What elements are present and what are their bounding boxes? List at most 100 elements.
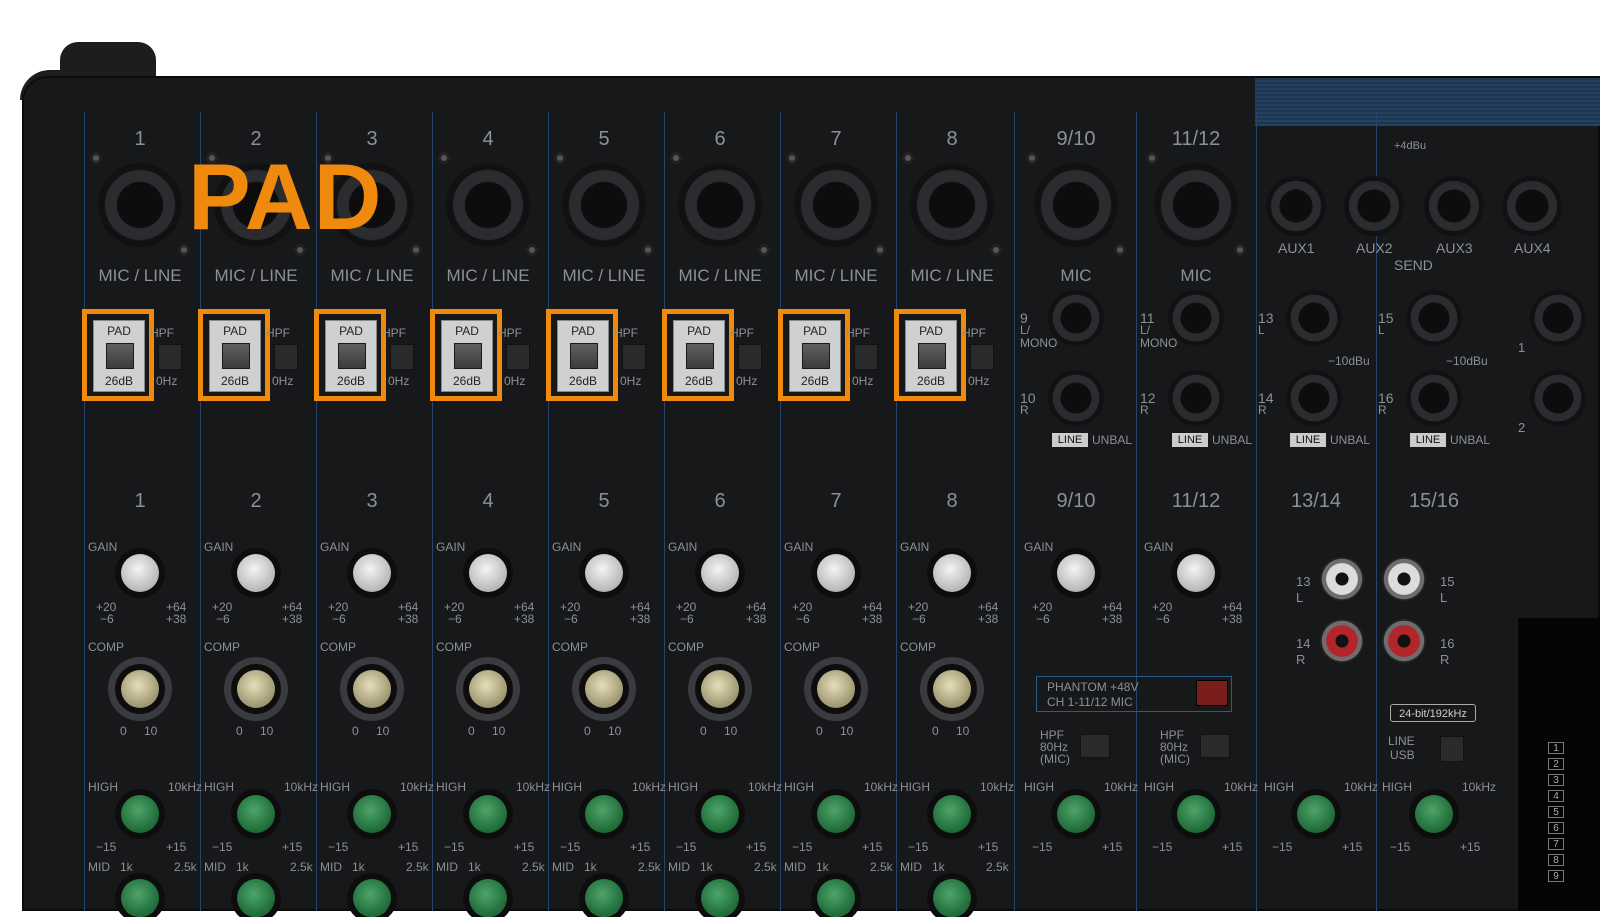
pad-switch[interactable]: PAD 26dB [789, 320, 841, 392]
pad-switch[interactable]: PAD 26dB [905, 320, 957, 392]
pad-button[interactable] [686, 343, 714, 369]
pad-switch-value: 26dB [220, 374, 250, 388]
line-input-jack[interactable] [1406, 290, 1462, 346]
pad-button[interactable] [802, 343, 830, 369]
rca-jack-13[interactable] [1320, 557, 1364, 601]
high-eq-knob[interactable] [1415, 795, 1453, 833]
comp-knob[interactable] [933, 670, 971, 708]
pad-switch[interactable]: PAD 26dB [325, 320, 377, 392]
pad-switch[interactable]: PAD 26dB [93, 320, 145, 392]
xlr-combo-jack[interactable] [1034, 163, 1118, 247]
hpf-button[interactable] [158, 344, 182, 370]
comp-knob[interactable] [701, 670, 739, 708]
usb-badge: 24-bit/192kHz [1390, 704, 1476, 722]
aux-send-jack[interactable] [1266, 176, 1326, 236]
xlr-combo-jack[interactable] [1154, 163, 1238, 247]
rca-jack-16[interactable] [1382, 619, 1426, 663]
mid-f2: 2.5k [638, 860, 661, 874]
mid-eq-knob[interactable] [121, 879, 159, 917]
gain-knob[interactable] [585, 554, 623, 592]
line-input-jack[interactable] [1048, 370, 1104, 426]
xlr-combo-jack[interactable] [678, 163, 762, 247]
line-input-jack[interactable] [1286, 290, 1342, 346]
meter-number: 8 [1548, 854, 1564, 866]
high-eq-knob[interactable] [817, 795, 855, 833]
mid-eq-knob[interactable] [933, 879, 971, 917]
gain-knob[interactable] [817, 554, 855, 592]
gain-knob[interactable] [121, 554, 159, 592]
hpf-mic-button[interactable] [1080, 734, 1110, 758]
high-eq-knob[interactable] [469, 795, 507, 833]
rca-jack-14[interactable] [1320, 619, 1364, 663]
mid-eq-knob[interactable] [701, 879, 739, 917]
phantom-power-button[interactable] [1196, 680, 1228, 706]
rca-jack-15[interactable] [1382, 557, 1426, 601]
line-input-jack[interactable] [1286, 370, 1342, 426]
hpf-button[interactable] [274, 344, 298, 370]
xlr-combo-jack[interactable] [98, 163, 182, 247]
line-input-jack[interactable] [1530, 290, 1586, 346]
high-eq-knob[interactable] [353, 795, 391, 833]
high-eq-knob[interactable] [933, 795, 971, 833]
line-input-jack[interactable] [1168, 370, 1224, 426]
xlr-combo-jack[interactable] [794, 163, 878, 247]
hpf-button[interactable] [506, 344, 530, 370]
gain-knob[interactable] [469, 554, 507, 592]
high-eq-knob[interactable] [701, 795, 739, 833]
line-input-number: 1 [1518, 340, 1526, 355]
pad-switch[interactable]: PAD 26dB [557, 320, 609, 392]
mid-eq-knob[interactable] [585, 879, 623, 917]
high-eq-knob[interactable] [121, 795, 159, 833]
gain-knob[interactable] [1177, 554, 1215, 592]
hpf-button[interactable] [854, 344, 878, 370]
comp-knob[interactable] [817, 670, 855, 708]
hpf-button[interactable] [738, 344, 762, 370]
pad-button[interactable] [222, 343, 250, 369]
high-freq: 10kHz [284, 780, 319, 794]
gain-knob[interactable] [353, 554, 391, 592]
hpf-button[interactable] [622, 344, 646, 370]
aux-send-jack[interactable] [1424, 176, 1484, 236]
mid-label: MID [668, 860, 690, 874]
high-eq-knob[interactable] [1297, 795, 1335, 833]
comp-knob[interactable] [585, 670, 623, 708]
aux-send-jack[interactable] [1344, 176, 1404, 236]
high-eq-knob[interactable] [237, 795, 275, 833]
xlr-combo-jack[interactable] [562, 163, 646, 247]
pad-button[interactable] [570, 343, 598, 369]
hpf-button[interactable] [390, 344, 414, 370]
channel-number-top: 4 [482, 128, 494, 150]
mid-eq-knob[interactable] [817, 879, 855, 917]
gain-knob[interactable] [1057, 554, 1095, 592]
pad-switch[interactable]: PAD 26dB [441, 320, 493, 392]
comp-knob[interactable] [353, 670, 391, 708]
gain-knob[interactable] [701, 554, 739, 592]
comp-knob[interactable] [237, 670, 275, 708]
xlr-combo-jack[interactable] [910, 163, 994, 247]
high-eq-knob[interactable] [585, 795, 623, 833]
hpf-button[interactable] [970, 344, 994, 370]
mid-f1: 1k [236, 860, 249, 874]
pad-switch[interactable]: PAD 26dB [209, 320, 261, 392]
line-input-jack[interactable] [1530, 370, 1586, 426]
high-eq-knob[interactable] [1057, 795, 1095, 833]
xlr-combo-jack[interactable] [446, 163, 530, 247]
comp-knob[interactable] [469, 670, 507, 708]
mid-eq-knob[interactable] [237, 879, 275, 917]
pad-button[interactable] [918, 343, 946, 369]
pad-switch[interactable]: PAD 26dB [673, 320, 725, 392]
comp-max: 10 [840, 724, 854, 738]
hpf-mic-button[interactable] [1200, 734, 1230, 758]
gain-knob[interactable] [933, 554, 971, 592]
line-input-jack[interactable] [1406, 370, 1462, 426]
aux-send-jack[interactable] [1502, 176, 1562, 236]
line-usb-switch[interactable] [1440, 736, 1464, 762]
high-eq-knob[interactable] [1177, 795, 1215, 833]
comp-knob[interactable] [121, 670, 159, 708]
pad-button[interactable] [338, 343, 366, 369]
gain-knob[interactable] [237, 554, 275, 592]
mid-eq-knob[interactable] [469, 879, 507, 917]
mid-eq-knob[interactable] [353, 879, 391, 917]
pad-button[interactable] [106, 343, 134, 369]
pad-button[interactable] [454, 343, 482, 369]
